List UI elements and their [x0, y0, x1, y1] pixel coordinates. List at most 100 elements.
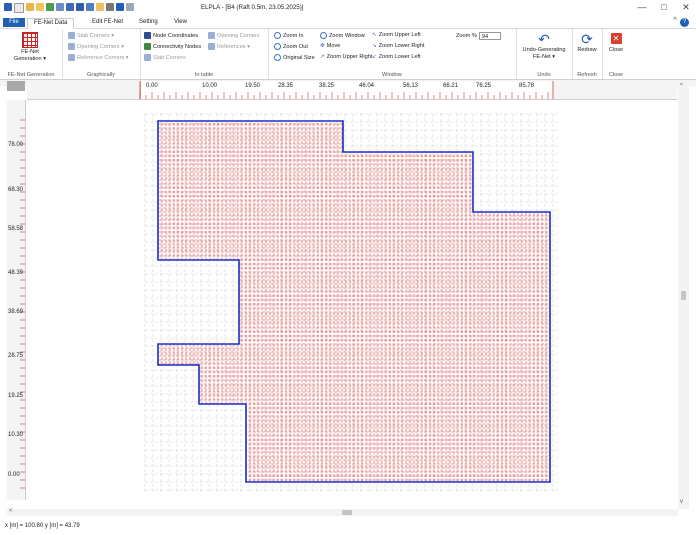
ruler-tick-label: 10.00: [202, 83, 218, 89]
title-bar: ELPLA - [B4 (Raft 0.5m, 23.05.2025)] — □…: [0, 0, 696, 17]
ruler-tick-label: 85.78: [519, 83, 535, 89]
redraw-button[interactable]: ⟳ Redraw: [572, 31, 602, 54]
ruler-tick-label: 48.39: [8, 270, 24, 276]
node-coordinates-icon: [144, 32, 151, 39]
undo-icon[interactable]: [116, 3, 124, 11]
original-size-icon: [274, 54, 281, 61]
scroll-up-icon[interactable]: ^: [680, 83, 683, 89]
group-label: Refresh: [577, 72, 597, 78]
export-icon[interactable]: [46, 3, 54, 11]
horizontal-scrollbar[interactable]: <: [7, 508, 678, 516]
tab-view[interactable]: View: [168, 18, 193, 27]
ruler-tick-label: 38.69: [8, 309, 24, 315]
group-label: Graphically: [87, 72, 115, 78]
fe-net-canvas[interactable]: [27, 100, 677, 502]
ruler-tick-label: 0.00: [8, 472, 20, 478]
group-label: Close: [608, 72, 624, 78]
mesh-outside-grid: [144, 113, 559, 492]
scroll-down-icon[interactable]: v: [680, 499, 683, 505]
horizontal-scroll-thumb[interactable]: [342, 510, 352, 515]
redo-icon[interactable]: [126, 3, 134, 11]
fe-net-generation-button[interactable]: FE-Net Generation ▾: [8, 32, 52, 63]
slab-corners-button[interactable]: Slab Corners ▾: [68, 32, 114, 39]
move-button[interactable]: ✥ Move: [320, 43, 340, 49]
ruler-tick-label: 10.30: [8, 432, 24, 438]
group-refresh: ⟳ Redraw Refresh: [572, 29, 603, 79]
zoom-lower-right-button[interactable]: ↘ Zoom Lower Right: [372, 43, 424, 49]
vertical-scrollbar[interactable]: ^ v: [678, 81, 689, 509]
undo-arrow-icon: ↶: [538, 31, 550, 47]
opening-corners-table-button[interactable]: Opening Corners: [208, 32, 260, 39]
vertical-scroll-thumb[interactable]: [681, 291, 686, 300]
tab-file[interactable]: File: [3, 18, 25, 27]
connectivity-nodes-button[interactable]: Connectivity Nodes: [144, 43, 201, 50]
group-label: FE-Net Generation: [7, 72, 55, 78]
window-title: ELPLA - [B4 (Raft 0.5m, 23.05.2025)]: [201, 4, 304, 11]
zoom-percent-control: Zoom % 94: [456, 32, 501, 40]
close-button[interactable]: ✕ Close: [602, 31, 630, 54]
ruler-tick-label: 46.04: [359, 83, 375, 89]
zoom-percent-select[interactable]: 94: [478, 32, 501, 40]
ribbon-tabs: File FE-Net Data Edit FE-Net Setting Vie…: [0, 17, 696, 29]
ruler-tick-label: 0.00: [146, 83, 158, 89]
slab-table-icon: [144, 54, 151, 61]
original-size-button[interactable]: Original Size: [274, 54, 315, 61]
status-bar: x [m] = 100.80 y [m] = 43.79: [0, 519, 696, 535]
undo-generating-button[interactable]: ↶ Undo-Generating FE-Net ▾: [518, 31, 570, 61]
tab-edit-fe-net[interactable]: Edit FE-Net: [86, 18, 129, 27]
zoom-window-button[interactable]: Zoom Window: [320, 32, 365, 39]
node-coordinates-button[interactable]: Node Coordinates: [144, 32, 198, 39]
group-in-table: Node Coordinates Opening Corners Connect…: [140, 29, 269, 79]
references-icon: [208, 43, 215, 50]
quick-access-toolbar: [4, 3, 134, 13]
ribbon: FE-Net Generation ▾ FE-Net Generation Sl…: [0, 29, 696, 80]
open-folder-icon[interactable]: [26, 3, 34, 11]
zoom-in-button[interactable]: Zoom In: [274, 32, 304, 39]
zoom-upper-left-button[interactable]: ↖ Zoom Upper Left: [372, 32, 421, 38]
opening-corners-button[interactable]: Opening Corners ▾: [68, 43, 124, 50]
print-icon[interactable]: [106, 3, 114, 11]
ruler-tick-label: 76.25: [476, 83, 492, 89]
group-label: In table: [194, 72, 214, 78]
tab-setting[interactable]: Setting: [133, 18, 164, 27]
tool-icon[interactable]: [66, 3, 74, 11]
ruler-tick-label: 56.13: [403, 83, 419, 89]
print-preview-icon[interactable]: [86, 3, 94, 11]
grid-icon: [22, 32, 38, 48]
group-label: Window: [382, 72, 402, 78]
save-icon[interactable]: [76, 3, 84, 11]
reference-corners-icon: [68, 54, 75, 61]
copy-icon[interactable]: [96, 3, 104, 11]
references-button[interactable]: References ▾: [208, 43, 250, 50]
tab-fe-net-data[interactable]: FE-Net Data: [27, 18, 75, 29]
close-window-button[interactable]: ✕: [679, 2, 693, 13]
zoom-out-button[interactable]: Zoom Out: [274, 43, 308, 50]
horizontal-ruler-ticks: [139, 81, 554, 99]
open-icon[interactable]: [36, 3, 44, 11]
fe-net-mesh[interactable]: [27, 100, 677, 502]
mesh-icon[interactable]: [56, 3, 64, 11]
minimize-button[interactable]: —: [635, 2, 649, 12]
reference-corners-button[interactable]: Reference Corners ▾: [68, 54, 129, 61]
zoom-percent-label: Zoom %: [456, 33, 477, 39]
redraw-icon: ⟳: [581, 31, 593, 47]
ruler-corner: [7, 81, 25, 91]
slab-corners-table-button[interactable]: Slab Corners: [144, 54, 186, 61]
zoom-lower-left-button[interactable]: ↙ Zoom Lower Left: [372, 54, 421, 60]
vertical-ruler-ticks: [20, 119, 25, 489]
vertical-ruler: 78.00 68.30 58.58 48.39 38.69 28.75 19.2…: [7, 100, 26, 500]
table-icon: [208, 32, 215, 39]
ruler-tick-label: 38.25: [319, 83, 335, 89]
ruler-tick-label: 19.50: [245, 83, 261, 89]
ruler-tick-label: 19.25: [8, 393, 24, 399]
help-icon[interactable]: ?: [680, 18, 689, 27]
group-graphically: Slab Corners ▾ Opening Corners ▾ Referen…: [62, 29, 141, 79]
ruler-tick-label: 28.35: [278, 83, 294, 89]
arrow-upper-right-icon: ↗: [320, 54, 325, 60]
new-file-icon[interactable]: [14, 3, 24, 13]
group-undo: ↶ Undo-Generating FE-Net ▾ Undo: [516, 29, 573, 79]
zoom-upper-right-button[interactable]: ↗ Zoom Upper Right: [320, 54, 372, 60]
maximize-button[interactable]: □: [657, 2, 671, 12]
move-icon: ✥: [320, 43, 325, 49]
scroll-left-icon[interactable]: <: [9, 508, 13, 514]
